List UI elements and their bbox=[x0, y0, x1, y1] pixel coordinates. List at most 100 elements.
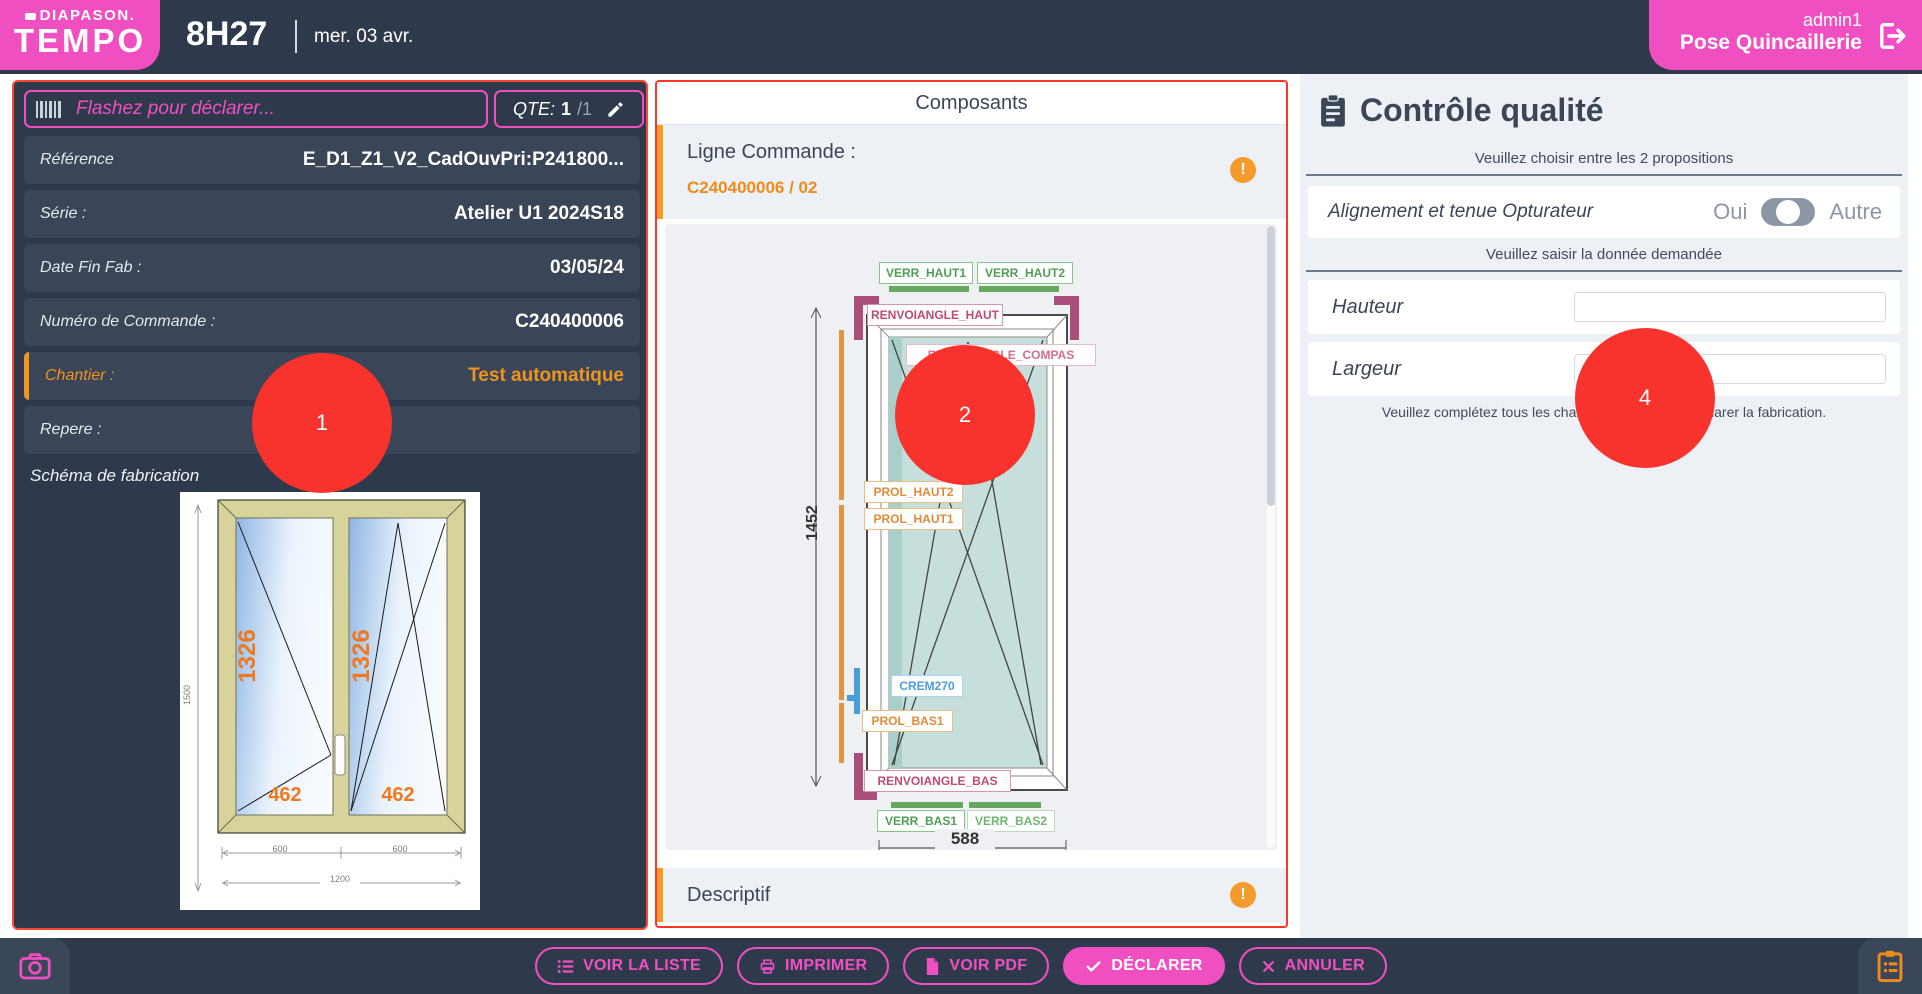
logo-main: TEMPO bbox=[0, 24, 160, 58]
voir-la-liste-button[interactable]: VOIR LA LISTE bbox=[535, 947, 723, 985]
bottom-bar: VOIR LA LISTE IMPRIMER VOIR PDF DÉCLARER… bbox=[0, 938, 1922, 994]
row-value: C240400006 bbox=[515, 298, 624, 346]
top-bar: DIAPASON. TEMPO 8H27 mer. 03 avr. admin1… bbox=[0, 0, 1922, 74]
row-value: E_D1_Z1_V2_CadOuvPri:P241800... bbox=[303, 136, 624, 184]
row-value: Atelier U1 2024S18 bbox=[454, 190, 624, 238]
verr-haut1-bar bbox=[889, 286, 969, 292]
header-divider bbox=[295, 20, 297, 53]
clock-date: mer. 03 avr. bbox=[314, 26, 413, 48]
clock-time: 8H27 bbox=[186, 15, 267, 54]
composants-panel: Composants Ligne Commande : C240400006 /… bbox=[655, 80, 1288, 928]
toggle-option-autre[interactable]: Autre bbox=[1829, 199, 1882, 225]
divider bbox=[1306, 270, 1902, 272]
part-label-prol-haut1: PROL_HAUT1 bbox=[864, 508, 963, 530]
logout-icon[interactable] bbox=[1874, 19, 1908, 58]
qty-total: /1 bbox=[577, 99, 592, 120]
check-icon bbox=[1085, 958, 1102, 975]
input-hint: Veuillez saisir la donnée demandée bbox=[1300, 246, 1908, 263]
info-row-numero-commande: Numéro de Commande : C240400006 bbox=[24, 298, 640, 346]
list-icon bbox=[557, 959, 574, 974]
warning-badge-icon: ! bbox=[1230, 882, 1256, 908]
verr-bas1-bar bbox=[891, 802, 963, 808]
part-label-renvoiangle-haut: RENVOIANGLE_HAUT bbox=[867, 304, 1003, 326]
drawing-dim-height: 1452 bbox=[804, 488, 822, 558]
ligne-commande-section[interactable]: Ligne Commande : C240400006 / 02 ! bbox=[657, 125, 1286, 219]
divider bbox=[1306, 174, 1902, 176]
verr-haut2-bar bbox=[979, 286, 1059, 292]
part-label-renvoiangle-bas: RENVOIANGLE_BAS bbox=[864, 770, 1011, 792]
part-label-crem270: CREM270 bbox=[891, 675, 963, 697]
annuler-button[interactable]: ANNULER bbox=[1239, 947, 1387, 985]
clipboard-list-icon bbox=[1875, 949, 1905, 983]
schema-dim-left-width: 462 bbox=[255, 784, 315, 807]
logo-mark-icon bbox=[25, 11, 36, 20]
right-scrollbar-track[interactable] bbox=[1908, 74, 1922, 938]
descriptif-label: Descriptif bbox=[687, 884, 770, 907]
field-label-largeur: Largeur bbox=[1332, 342, 1401, 396]
toggle-option-oui[interactable]: Oui bbox=[1713, 199, 1747, 225]
camera-icon bbox=[17, 948, 53, 984]
drawing-scrollbar[interactable] bbox=[1267, 226, 1275, 848]
x-icon bbox=[1261, 959, 1276, 974]
footer-buttons: VOIR LA LISTE IMPRIMER VOIR PDF DÉCLARER… bbox=[535, 947, 1387, 985]
hauteur-input[interactable] bbox=[1574, 292, 1886, 322]
schema-dim-bottom-total: 1200 bbox=[320, 874, 360, 884]
declarer-button[interactable]: DÉCLARER bbox=[1063, 947, 1224, 985]
camera-button[interactable] bbox=[0, 938, 70, 994]
part-label-verr-haut1: VERR_HAUT1 bbox=[879, 262, 973, 284]
info-row-reference: Référence E_D1_Z1_V2_CadOuvPri:P241800..… bbox=[24, 136, 640, 184]
info-row-date-fin-fab: Date Fin Fab : 03/05/24 bbox=[24, 244, 640, 292]
part-label-prol-haut2: PROL_HAUT2 bbox=[864, 481, 963, 503]
user-block[interactable]: admin1 Pose Quincaillerie bbox=[1649, 0, 1922, 70]
ligne-commande-label: Ligne Commande : bbox=[687, 141, 856, 164]
scan-input[interactable] bbox=[74, 97, 476, 121]
file-icon bbox=[925, 958, 940, 975]
schema-section-label: Schéma de fabrication bbox=[30, 466, 199, 486]
declaration-panel: QTE: 1 /1 Référence E_D1_Z1_V2_CadOuvPri… bbox=[12, 80, 648, 930]
voir-pdf-button[interactable]: VOIR PDF bbox=[903, 947, 1049, 985]
qty-label: QTE: bbox=[513, 99, 555, 120]
composants-title: Composants bbox=[657, 82, 1286, 125]
button-label: VOIR PDF bbox=[949, 957, 1027, 975]
verr-bas2-bar bbox=[969, 802, 1041, 808]
component-drawing: VERR_HAUT1 VERR_HAUT2 RENVOIANGLE_HAUT R… bbox=[665, 224, 1277, 850]
question-row: Alignement et tenue Opturateur Oui Autre bbox=[1308, 186, 1900, 238]
row-label: Numéro de Commande : bbox=[40, 298, 215, 346]
part-label-prol-bas1: PROL_BAS1 bbox=[862, 710, 953, 732]
choose-hint: Veuillez choisir entre les 2 proposition… bbox=[1300, 150, 1908, 167]
warning-badge-icon: ! bbox=[1230, 157, 1256, 183]
button-label: VOIR LA LISTE bbox=[583, 957, 701, 975]
schema-dim-bottom-left: 600 bbox=[260, 844, 300, 854]
panel-title: Contrôle qualité bbox=[1360, 92, 1604, 129]
edit-qty-pencil-icon[interactable] bbox=[606, 100, 625, 119]
oui-autre-toggle[interactable] bbox=[1761, 198, 1815, 226]
scan-box bbox=[24, 90, 488, 128]
annotation-circle-1: 1 bbox=[252, 353, 392, 493]
barcode-icon bbox=[36, 101, 62, 118]
part-label-verr-haut2: VERR_HAUT2 bbox=[977, 262, 1073, 284]
button-label: ANNULER bbox=[1285, 957, 1365, 975]
imprimer-button[interactable]: IMPRIMER bbox=[737, 947, 889, 985]
row-value: Test automatique bbox=[468, 352, 624, 400]
row-value: 03/05/24 bbox=[550, 244, 624, 292]
schema-dim-left-height: 1326 bbox=[234, 621, 262, 691]
fabrication-schema: 1500 1326 1326 462 462 600 600 1200 bbox=[180, 492, 480, 910]
user-role: Pose Quincaillerie bbox=[1680, 31, 1862, 55]
row-label: Série : bbox=[40, 190, 86, 238]
ligne-commande-value: C240400006 / 02 bbox=[687, 178, 817, 198]
checklist-button[interactable] bbox=[1858, 938, 1922, 994]
user-name: admin1 bbox=[1680, 10, 1862, 31]
controle-qualite-panel: Contrôle qualité Veuillez choisir entre … bbox=[1300, 74, 1908, 938]
button-label: DÉCLARER bbox=[1111, 957, 1202, 975]
button-label: IMPRIMER bbox=[785, 957, 867, 975]
drawing-scrollbar-thumb[interactable] bbox=[1267, 226, 1275, 506]
field-row-hauteur: Hauteur bbox=[1308, 280, 1900, 334]
drawing-dim-width: 588 bbox=[935, 829, 995, 849]
descriptif-section[interactable]: Descriptif ! bbox=[657, 868, 1286, 922]
schema-dim-side: 1500 bbox=[182, 680, 192, 710]
row-label: Date Fin Fab : bbox=[40, 244, 141, 292]
schema-dim-bottom-right: 600 bbox=[380, 844, 420, 854]
schema-dim-right-height: 1326 bbox=[348, 621, 376, 691]
toggle-knob[interactable] bbox=[1776, 200, 1800, 224]
clipboard-icon bbox=[1318, 93, 1348, 129]
